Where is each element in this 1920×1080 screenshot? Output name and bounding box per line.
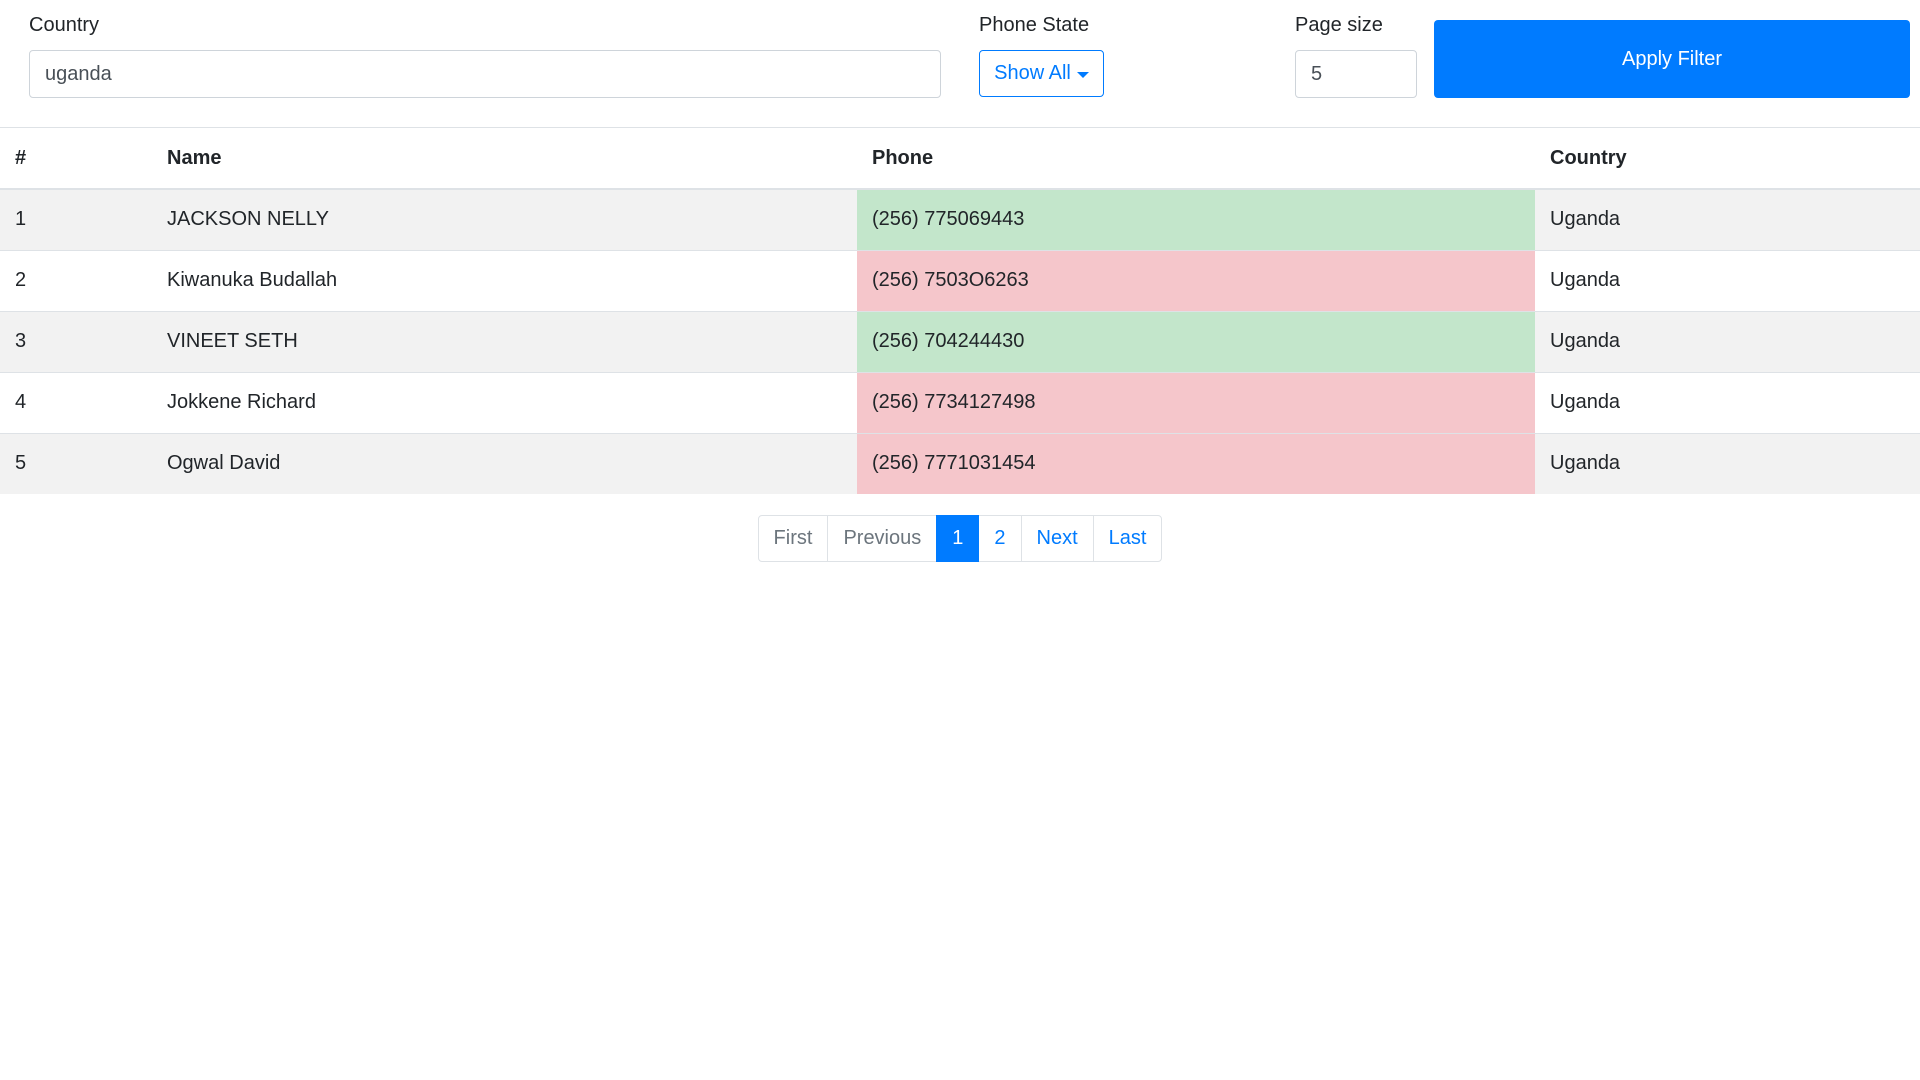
cell-phone: (256) 7503O6263 — [857, 250, 1535, 311]
cell-country: Uganda — [1550, 391, 1621, 413]
country-input[interactable] — [29, 50, 941, 98]
cell-index: 4 — [15, 391, 27, 413]
cell-name: JACKSON NELLY — [167, 208, 329, 231]
phone-state-dropdown[interactable]: Show All — [979, 50, 1104, 97]
cell-index: 2 — [15, 269, 27, 291]
cell-name: Jokkene Richard — [167, 391, 316, 413]
cell-country: Uganda — [1550, 330, 1621, 352]
country-label: Country — [29, 14, 100, 36]
table-header-row: # Name Phone Country — [0, 128, 1920, 190]
cell-phone: (256) 7771031454 — [857, 433, 1535, 494]
page-size-label: Page size — [1295, 14, 1383, 36]
cell-phone: (256) 775069443 — [857, 189, 1535, 250]
cell-name: Ogwal David — [167, 452, 281, 475]
table-row: 2 Kiwanuka Budallah (256) 7503O6263 Ugan… — [0, 250, 1920, 311]
pagination-last[interactable]: Last — [1092, 515, 1163, 562]
cell-name: Kiwanuka Budallah — [167, 269, 338, 291]
cell-index: 5 — [15, 452, 27, 475]
pagination-previous[interactable]: Previous — [827, 515, 938, 562]
phone-state-label: Phone State — [979, 14, 1090, 36]
pagination-next[interactable]: Next — [1020, 515, 1094, 562]
table-row: 5 Ogwal David (256) 7771031454 Uganda — [0, 433, 1920, 494]
cell-country: Uganda — [1550, 452, 1621, 475]
header-phone: Phone — [857, 128, 1535, 190]
apply-filter-button[interactable]: Apply Filter — [1434, 20, 1910, 98]
pagination-page-2[interactable]: 2 — [978, 515, 1022, 562]
cell-phone: (256) 704244430 — [857, 311, 1535, 372]
header-index: # — [0, 128, 152, 190]
table-row: 1 JACKSON NELLY (256) 775069443 Uganda — [0, 189, 1920, 250]
header-country: Country — [1535, 128, 1920, 190]
pagination: First Previous 1 2 Next Last — [0, 515, 1920, 562]
table-row: 4 Jokkene Richard (256) 7734127498 Ugand… — [0, 372, 1920, 433]
customers-table: # Name Phone Country 1 JACKSON NELLY (25… — [0, 128, 1920, 494]
page-size-input[interactable] — [1295, 50, 1417, 98]
cell-index: 1 — [15, 208, 27, 231]
header-name: Name — [152, 128, 857, 190]
pagination-list: First Previous 1 2 Next Last — [757, 515, 1163, 562]
cell-index: 3 — [15, 330, 27, 352]
cell-name: VINEET SETH — [167, 330, 298, 352]
pagination-first[interactable]: First — [757, 515, 829, 562]
phone-state-value: Show All — [994, 62, 1071, 84]
pagination-page-1[interactable]: 1 — [936, 515, 980, 562]
cell-country: Uganda — [1550, 269, 1621, 291]
table-row: 3 VINEET SETH (256) 704244430 Uganda — [0, 311, 1920, 372]
cell-country: Uganda — [1550, 208, 1621, 231]
cell-phone: (256) 7734127498 — [857, 372, 1535, 433]
filter-bar: Country Phone State Show All Page size A… — [0, 0, 1920, 128]
caret-down-icon — [1076, 71, 1089, 78]
